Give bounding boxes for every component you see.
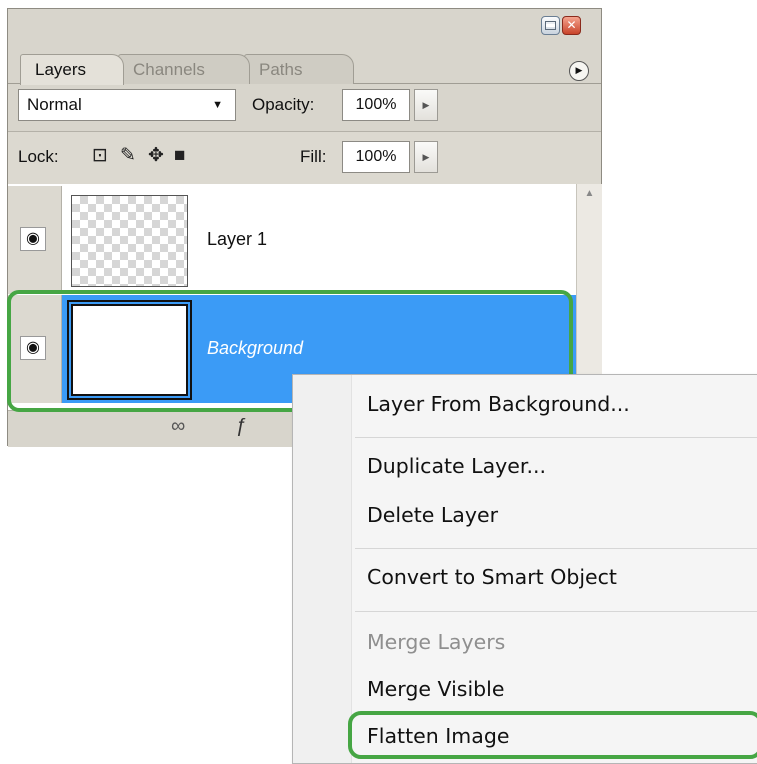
eye-icon[interactable]: ◉ bbox=[20, 227, 46, 251]
blend-mode-value: Normal bbox=[27, 95, 82, 114]
tab-layers[interactable]: Layers bbox=[20, 54, 124, 85]
fill-label: Fill: bbox=[300, 147, 327, 166]
tab-channels[interactable]: Channels bbox=[118, 54, 250, 84]
visibility-cell: ◉ bbox=[8, 186, 62, 294]
panel-titlebar: ✕ bbox=[8, 9, 601, 45]
layer-thumbnail bbox=[67, 300, 192, 400]
menu-item-convert-smart-object[interactable]: Convert to Smart Object bbox=[367, 565, 617, 589]
panel-tabs: Paths Channels Layers ▶ bbox=[8, 45, 601, 85]
menu-item-merge-layers: Merge Layers bbox=[367, 630, 506, 654]
lock-brush-icon[interactable]: ✎ bbox=[120, 144, 136, 168]
lock-move-icon[interactable]: ✥ bbox=[148, 144, 164, 168]
menu-item-delete-layer[interactable]: Delete Layer bbox=[367, 503, 498, 527]
menu-item-layer-from-background[interactable]: Layer From Background... bbox=[367, 392, 630, 416]
menu-item-duplicate-layer[interactable]: Duplicate Layer... bbox=[367, 454, 546, 478]
lock-transparent-icon[interactable]: ⊡ bbox=[92, 144, 108, 168]
menu-item-flatten-image[interactable]: Flatten Image bbox=[367, 724, 509, 748]
menu-item-merge-visible[interactable]: Merge Visible bbox=[367, 677, 504, 701]
chevron-down-icon: ▼ bbox=[212, 99, 223, 111]
link-layers-icon[interactable]: ∞ bbox=[171, 415, 185, 438]
scroll-up-icon[interactable]: ▲ bbox=[577, 188, 602, 199]
layer-name: Background bbox=[207, 338, 304, 358]
blend-row: Normal ▼ Opacity: 100% ▶ bbox=[8, 85, 601, 129]
visibility-cell: ◉ bbox=[8, 295, 62, 403]
close-button[interactable]: ✕ bbox=[562, 16, 581, 35]
layer-style-icon[interactable]: ƒ bbox=[236, 415, 247, 438]
lock-all-icon[interactable]: ■ bbox=[174, 144, 185, 168]
tab-paths[interactable]: Paths bbox=[244, 54, 354, 84]
fill-slider-button[interactable]: ▶ bbox=[414, 141, 438, 173]
layer-name: Layer 1 bbox=[207, 229, 268, 249]
lock-label: Lock: bbox=[18, 147, 59, 166]
menu-separator bbox=[355, 548, 757, 549]
opacity-slider-button[interactable]: ▶ bbox=[414, 89, 438, 121]
menu-gutter bbox=[293, 375, 352, 763]
minimize-button[interactable] bbox=[541, 16, 560, 35]
menu-separator bbox=[355, 437, 757, 438]
blend-mode-select[interactable]: Normal ▼ bbox=[18, 89, 236, 121]
menu-separator bbox=[355, 611, 757, 612]
eye-icon[interactable]: ◉ bbox=[20, 336, 46, 360]
opacity-input[interactable]: 100% bbox=[342, 89, 410, 121]
layer-thumbnail bbox=[71, 195, 188, 287]
layer-row-layer1[interactable]: ◉ Layer 1 bbox=[8, 186, 576, 294]
context-menu: Layer From Background... Duplicate Layer… bbox=[292, 374, 757, 764]
lock-row: Lock: ⊡ ✎ ✥ ■ Fill: 100% ▶ bbox=[8, 131, 601, 185]
opacity-label: Opacity: bbox=[252, 95, 315, 114]
panel-menu-icon[interactable]: ▶ bbox=[569, 61, 589, 81]
fill-input[interactable]: 100% bbox=[342, 141, 410, 173]
